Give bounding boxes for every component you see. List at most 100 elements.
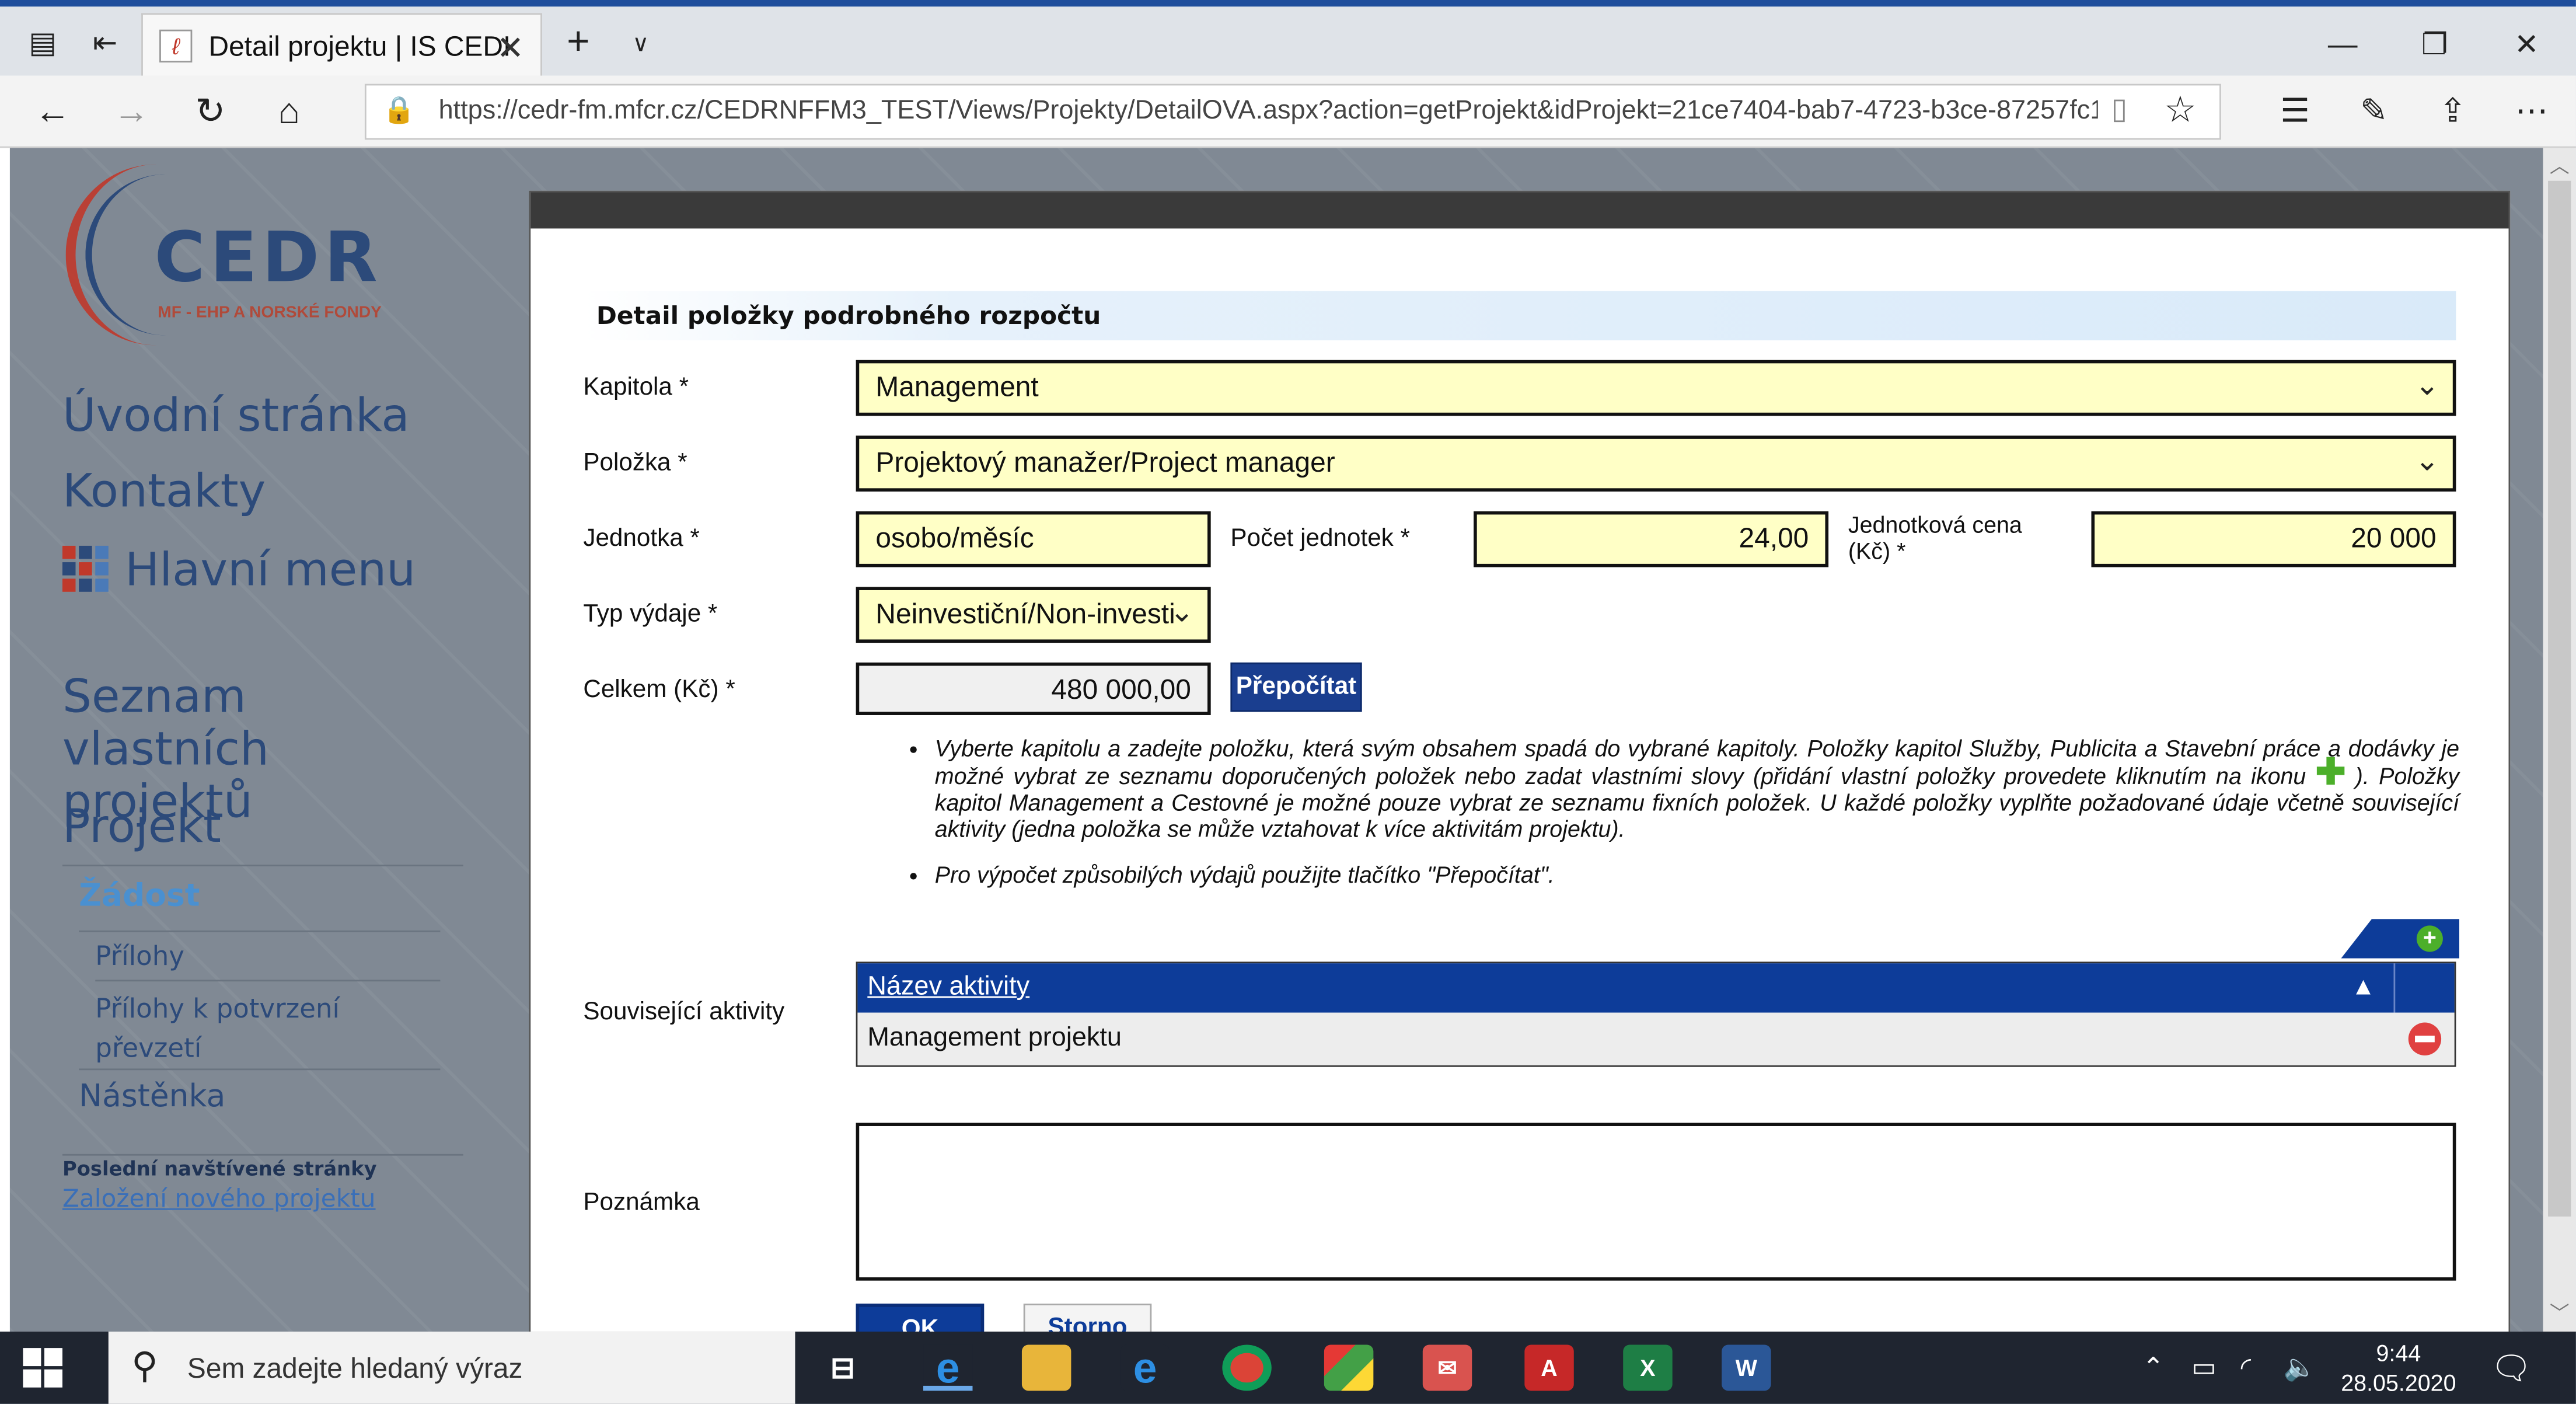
battery-icon[interactable]: ▭ [2191,1351,2217,1384]
window-close-icon[interactable]: ✕ [2494,20,2560,69]
url-field[interactable]: 🔒 https://cedr-fm.mfcr.cz/CEDRNFFM3_TEST… [364,83,2221,140]
taskbar-search-box[interactable]: ⚲ Sem zadejte hledaný výraz [108,1331,795,1404]
taskbar-search-placeholder: Sem zadejte hledaný výraz [187,1353,523,1385]
nav-divider [79,930,441,932]
main-menu-grid-icon [62,545,109,592]
scroll-up-icon[interactable]: ︿ [2543,151,2576,179]
more-icon[interactable]: ⋯ [2504,85,2560,138]
edge-browser-icon[interactable]: e [923,1344,973,1391]
cedr-logo-text[interactable]: CEDR [155,217,382,298]
share-icon[interactable]: ⇪ [2425,85,2481,138]
unit-price-field[interactable]: 20 000 [2091,511,2456,567]
forward-icon[interactable]: → [105,87,158,136]
nav-divider [79,1068,441,1071]
recent-page-link[interactable]: Založení nového projektu [62,1184,376,1214]
recent-pages-label: Poslední navštívené stránky [62,1157,377,1180]
nav-attachments[interactable]: Přílohy [95,940,184,972]
chapter-select[interactable]: Management ⌄ [856,360,2456,416]
activities-label: Související aktivity [583,998,785,1026]
nav-attachments-confirm[interactable]: Přílohy k potvrzení převzetí [95,990,375,1068]
column-divider [2393,963,2396,1013]
nav-divider [62,1154,463,1156]
volume-icon[interactable]: 🔈 [2284,1351,2316,1384]
back-icon[interactable]: ← [26,87,79,136]
title-bar: ▤ ⇤ ℓ Detail projektu | IS CEDI ✕ + ∨ — … [0,0,2576,82]
help-note-2: Pro výpočet způsobilých výdajů použijte … [935,862,2459,888]
remove-icon[interactable] [2408,1022,2442,1055]
section-title: Detail položky podrobného rozpočtu [583,291,2456,340]
table-header: Název aktivity ▲ [857,963,2455,1013]
nav-divider [95,980,441,982]
close-tab-icon[interactable]: ✕ [497,28,524,69]
windows-taskbar: ⚲ Sem zadejte hledaný výraz ⊟ e e ✉ A X … [0,1331,2576,1404]
nav-main-menu[interactable]: Hlavní menu [125,542,416,597]
network-icon[interactable]: ◜ [2241,1351,2251,1384]
recalculate-button[interactable]: Přepočítat [1230,662,1362,712]
search-icon: ⚲ [131,1344,158,1386]
tab-title: Detail projektu | IS CEDI [208,31,511,63]
item-value: Projektový manažer/Project manager [875,447,1335,479]
acrobat-icon[interactable]: A [1524,1344,1574,1391]
reading-view-icon[interactable]: ▯ [2111,92,2128,127]
scroll-thumb[interactable] [2548,180,2571,1217]
favorites-icon[interactable]: ☰ [2267,85,2323,138]
pen-icon[interactable]: ✎ [2346,85,2402,138]
activity-name-column-header[interactable]: Název aktivity [867,973,1029,1003]
help-note-1: Vyberte kapitolu a zadejte položku, kter… [935,735,2459,842]
file-explorer-icon[interactable] [1021,1344,1071,1391]
home-icon[interactable]: ⌂ [263,87,315,136]
browser-tab[interactable]: ℓ Detail projektu | IS CEDI ✕ [141,13,542,82]
item-select[interactable]: Projektový manažer/Project manager ⌄ [856,436,2456,492]
app-icon[interactable] [1324,1344,1374,1391]
nav-contacts[interactable]: Kontakty [62,464,266,518]
clock-date: 28.05.2020 [2341,1369,2456,1396]
refresh-icon[interactable]: ↻ [184,87,236,136]
favorite-star-icon[interactable]: ☆ [2164,89,2197,131]
excel-icon[interactable]: X [1623,1344,1673,1391]
add-circle-icon[interactable]: + [2416,925,2443,952]
internet-explorer-icon[interactable]: e [1120,1344,1170,1391]
budget-item-dialog: Detail položky podrobného rozpočtu Kapit… [529,190,2511,1350]
new-tab-icon[interactable]: + [559,22,598,62]
taskbar-clock[interactable]: 9:44 28.05.2020 [2333,1338,2464,1397]
dialog-header-bar [530,192,2509,229]
unit-field[interactable]: osobo/měsíc [856,511,1211,567]
minimize-icon[interactable]: — [2310,20,2376,69]
green-plus-icon: ✚ [2315,751,2346,793]
unit-count-field[interactable]: 24,00 [1474,511,1829,567]
cedr-logo-subtitle: MF - EHP A NORSKÉ FONDY [158,304,382,322]
set-aside-tabs-icon[interactable]: ⇤ [85,23,125,62]
tab-list-chevron-icon[interactable]: ∨ [621,23,661,62]
tab-actions-icon[interactable]: ▤ [23,23,62,62]
chapter-label: Kapitola * [583,373,689,402]
url-text: https://cedr-fm.mfcr.cz/CEDRNFFM3_TEST/V… [438,97,2098,126]
tray-chevron-icon[interactable]: ⌃ [2142,1351,2165,1384]
activity-name-cell: Management projektu [867,1024,1122,1053]
expense-type-select[interactable]: Neinvestiční/Non-investi ⌄ [856,587,1211,643]
chapter-value: Management [875,371,1039,403]
nav-project[interactable]: Projekt [62,799,221,853]
scroll-down-icon[interactable]: ﹀ [2543,1299,2576,1327]
page-scrollbar[interactable]: ︿ ﹀ [2543,148,2576,1332]
nav-request[interactable]: Žádost [79,878,200,914]
sort-ascending-icon[interactable]: ▲ [2351,973,2376,1001]
clock-time: 9:44 [2376,1340,2421,1367]
nav-home[interactable]: Úvodní stránka [62,388,410,443]
nav-board[interactable]: Nástěnka [79,1078,225,1114]
windows-start-icon[interactable] [23,1348,62,1388]
expense-type-label: Typ výdaje * [583,600,718,628]
memo-textarea[interactable] [856,1123,2456,1281]
word-icon[interactable]: W [1722,1344,1771,1391]
chrome-icon[interactable] [1222,1344,1272,1391]
total-field: 480 000,00 [856,662,1211,715]
restore-icon[interactable]: ❐ [2402,20,2468,69]
email-app-icon[interactable]: ✉ [1422,1344,1472,1391]
chevron-down-icon: ⌄ [2414,444,2440,477]
notifications-icon[interactable]: 🗨 [2491,1348,2532,1389]
add-activity-tab[interactable]: + [2341,919,2460,959]
task-view-icon[interactable]: ⊟ [818,1344,867,1391]
cedr-favicon-icon: ℓ [159,29,193,63]
item-label: Položka * [583,448,687,477]
total-label: Celkem (Kč) * [583,675,735,704]
address-bar: ← → ↻ ⌂ 🔒 https://cedr-fm.mfcr.cz/CEDRNF… [0,75,2576,148]
